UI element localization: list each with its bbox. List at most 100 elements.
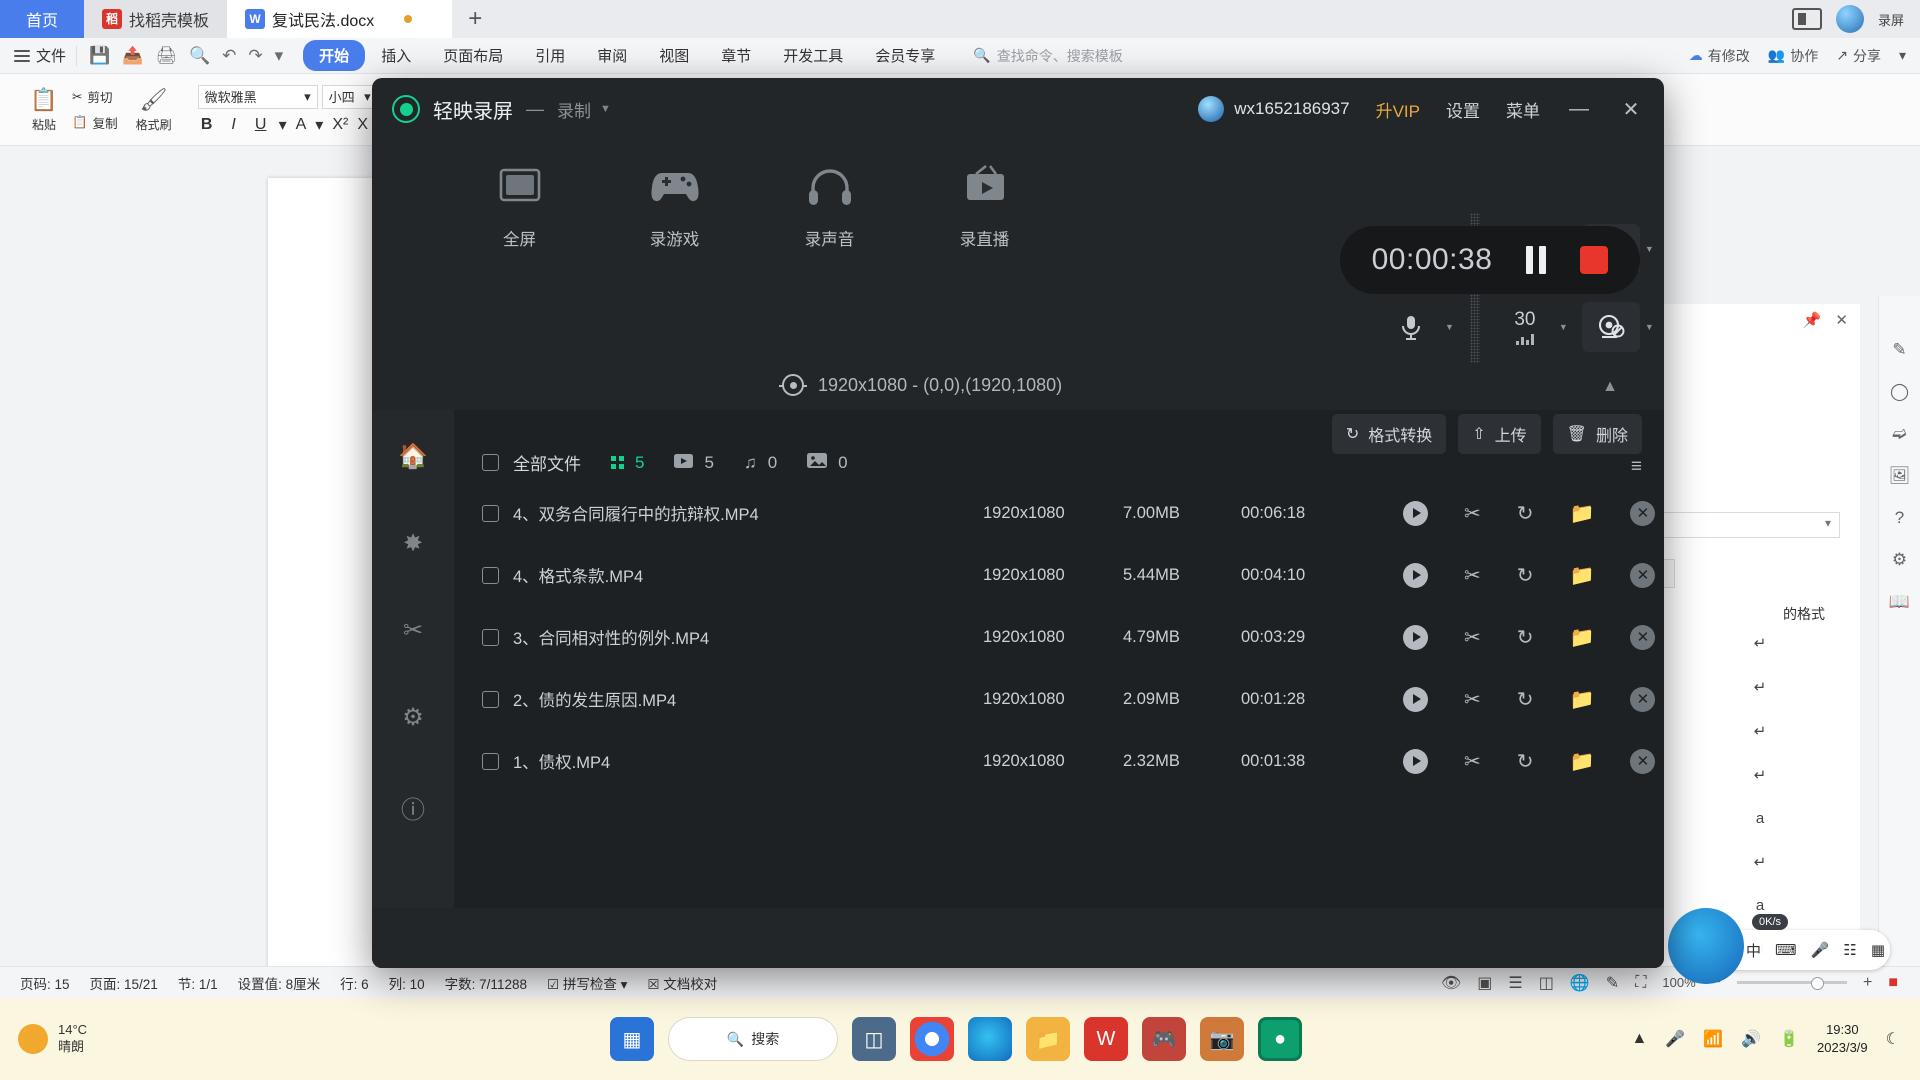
convert-icon[interactable]: ↻ <box>1517 563 1534 588</box>
paste-button[interactable]: 📋 粘贴 <box>16 87 72 133</box>
convert-icon[interactable]: ↻ <box>1517 625 1534 650</box>
delete-button[interactable]: 🗑 删除 <box>1552 414 1642 454</box>
print-icon[interactable]: 🖨 <box>155 46 177 66</box>
font-size-select[interactable]: 小四 ▾ <box>321 84 378 109</box>
framerate-control[interactable]: 30 ▼ <box>1496 302 1568 352</box>
chevron-down-icon[interactable]: ▼ <box>1645 322 1654 332</box>
upload-button[interactable]: ⇧ 上传 <box>1458 414 1541 454</box>
save-as-icon[interactable]: 📤 <box>122 46 143 66</box>
row-checkbox[interactable] <box>482 690 499 708</box>
command-search[interactable]: 🔍 查找命令、搜索模板 <box>973 46 1122 66</box>
select-all-label[interactable]: 全部文件 <box>513 450 581 475</box>
chrome-icon[interactable] <box>910 1017 954 1061</box>
start-icon[interactable]: ▦ <box>610 1017 654 1061</box>
scissors-icon[interactable]: ✂ <box>1464 749 1481 774</box>
two-page-icon[interactable]: ◫ <box>1539 973 1554 993</box>
ribbon-tab-insert[interactable]: 插入 <box>365 40 427 71</box>
file-explorer-icon[interactable]: 📁 <box>1026 1017 1070 1061</box>
tab-home[interactable]: 首页 <box>0 0 85 38</box>
table-row[interactable]: 1、债权.MP4 1920x1080 2.32MB 00:01:38 ✂ ↻ 📁… <box>454 730 1664 792</box>
save-icon[interactable]: 💾 <box>89 46 110 66</box>
ribbon-tab-developer[interactable]: 开发工具 <box>767 40 859 71</box>
mode-livestream[interactable]: 录直播 <box>907 154 1062 250</box>
menu-button[interactable]: 菜单 <box>1506 97 1540 122</box>
ribbon-tab-view[interactable]: 视图 <box>643 40 705 71</box>
volume-icon[interactable]: 🔊 <box>1741 1029 1761 1049</box>
customize-caret-icon[interactable]: ▾ <box>275 46 284 66</box>
play-icon[interactable] <box>1403 562 1428 588</box>
sidebar-item-vip[interactable]: ✸ <box>403 529 423 558</box>
chevron-down-icon[interactable]: ▾ <box>279 115 287 135</box>
microphone-control[interactable]: ▼ <box>1382 302 1454 352</box>
game-icon[interactable]: 🎮 <box>1142 1017 1186 1061</box>
collaborate-button[interactable]: 👥 协作 <box>1768 46 1818 66</box>
sidebar-item-settings[interactable]: ⚙ <box>402 703 424 732</box>
cursor-icon[interactable]: ➫ <box>1892 424 1906 444</box>
recorder-icon[interactable]: ● <box>1258 1017 1302 1061</box>
superscript-button[interactable]: X² <box>332 116 348 134</box>
fullscreen-icon[interactable]: ⛶ <box>1635 974 1646 992</box>
restore-window-icon[interactable] <box>1791 8 1822 30</box>
convert-icon[interactable]: ↻ <box>1517 687 1534 712</box>
capture-region[interactable]: 1920x1080 - (0,0),(1920,1080) <box>779 374 1062 396</box>
eye-icon[interactable]: 👁 <box>1441 973 1461 993</box>
underline-button[interactable]: U <box>252 116 270 134</box>
undo-icon[interactable]: ↶ <box>222 46 236 66</box>
search-box[interactable]: 🔍 搜索 <box>668 1017 838 1061</box>
share-button[interactable]: ↗ 分享 <box>1836 46 1881 66</box>
chevron-down-icon[interactable]: ▼ <box>1445 322 1454 332</box>
convert-icon[interactable]: ↻ <box>1517 501 1534 526</box>
chevron-down-icon[interactable]: ▼ <box>1645 244 1654 254</box>
filter-video[interactable]: 5 <box>674 453 714 473</box>
chevron-down-icon[interactable]: ▾ <box>315 115 323 135</box>
ime-toolbar[interactable]: 0K/s 中 ⌨ 🎤 ☷ ▦ <box>1668 908 1890 984</box>
row-checkbox[interactable] <box>482 566 499 584</box>
mode-audio[interactable]: 录声音 <box>752 154 907 250</box>
zoom-in-button[interactable]: + <box>1863 974 1872 992</box>
strikethrough-button[interactable]: X <box>357 116 368 134</box>
ribbon-tab-review[interactable]: 审阅 <box>581 40 643 71</box>
play-icon[interactable] <box>1403 500 1428 526</box>
microphone-icon[interactable]: 🎤 <box>1665 1029 1685 1049</box>
copy-button[interactable]: 📋 复制 <box>72 113 118 132</box>
webcam-control[interactable]: ▼ <box>1581 302 1654 352</box>
wps-icon[interactable]: W <box>1084 1017 1128 1061</box>
row-checkbox[interactable] <box>482 504 499 522</box>
folder-icon[interactable]: 📁 <box>1570 563 1595 588</box>
tab-document[interactable]: W 复试民法.docx <box>227 0 453 38</box>
ribbon-collapse-icon[interactable]: ▾ <box>1899 47 1906 64</box>
filter-image[interactable]: 0 <box>807 452 848 473</box>
book-icon[interactable]: 📖 <box>1889 592 1910 612</box>
folder-icon[interactable]: 📁 <box>1570 501 1595 526</box>
chevron-down-icon[interactable]: ▼ <box>1559 322 1568 332</box>
task-view-icon[interactable]: ◫ <box>852 1017 896 1061</box>
sidebar-item-about[interactable]: ⓘ <box>401 790 425 825</box>
play-icon[interactable] <box>1403 624 1428 650</box>
settings-button[interactable]: 设置 <box>1446 97 1480 122</box>
format-painter-button[interactable]: 🖌 格式刷 <box>126 87 182 133</box>
scissors-icon[interactable]: ✂ <box>1464 563 1481 588</box>
delete-icon[interactable]: ✕ <box>1630 686 1656 712</box>
row-checkbox[interactable] <box>482 752 499 770</box>
taskbar-weather[interactable]: 14°C 晴朗 <box>0 1022 610 1056</box>
new-tab-button[interactable]: + <box>452 0 499 38</box>
ribbon-tab-member[interactable]: 会员专享 <box>859 40 951 71</box>
sidebar-item-edit[interactable]: ✂ <box>403 616 423 645</box>
scissors-icon[interactable]: ✂ <box>1464 501 1481 526</box>
italic-button[interactable]: I <box>225 116 243 134</box>
web-layout-icon[interactable]: 🌐 <box>1570 973 1590 993</box>
chevron-down-icon[interactable]: ▼ <box>600 103 611 115</box>
outline-icon[interactable]: ☰ <box>1508 973 1522 993</box>
folder-icon[interactable]: 📁 <box>1570 687 1595 712</box>
scissors-icon[interactable]: ✂ <box>1464 625 1481 650</box>
play-icon[interactable] <box>1403 748 1428 774</box>
convert-format-button[interactable]: ↻ 格式转换 <box>1331 414 1447 454</box>
close-icon[interactable]: ✕ <box>1835 311 1848 329</box>
wifi-icon[interactable]: 📶 <box>1703 1029 1723 1049</box>
picture-icon[interactable]: 🖼 <box>1889 466 1911 486</box>
sidebar-item-home[interactable]: 🏠 <box>398 442 428 471</box>
pen-icon[interactable]: ✎ <box>1606 973 1619 993</box>
cut-button[interactable]: ✂ 剪切 <box>72 87 118 106</box>
table-row[interactable]: 4、双务合同履行中的抗辩权.MP4 1920x1080 7.00MB 00:06… <box>454 482 1664 544</box>
ribbon-tab-section[interactable]: 章节 <box>705 40 767 71</box>
